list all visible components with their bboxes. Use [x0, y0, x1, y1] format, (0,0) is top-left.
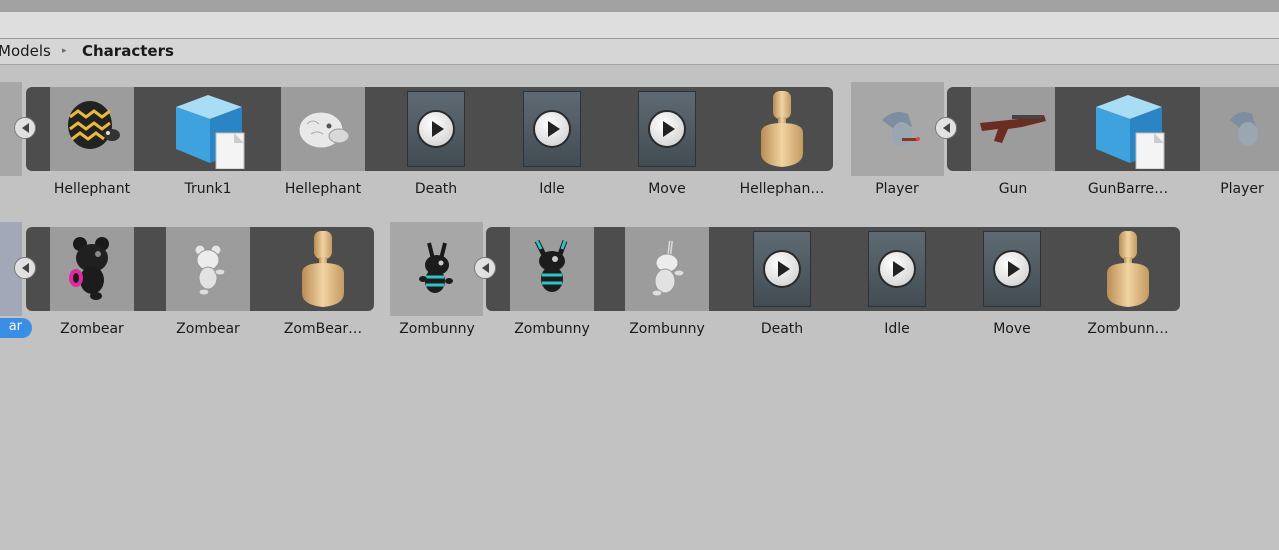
player-icon	[882, 112, 920, 146]
avatar-icon	[761, 91, 803, 167]
project-toolbar	[0, 12, 1279, 39]
hellephant-avatar-cell[interactable]	[740, 87, 824, 171]
asset-label: Player	[875, 181, 919, 197]
zombunny-prefab-cell[interactable]	[394, 227, 478, 311]
breadcrumb: Models ▸ Characters	[0, 39, 1279, 65]
zombunny-icon	[534, 239, 568, 292]
zombear-mesh-cell[interactable]	[50, 227, 134, 311]
gun-icon	[980, 115, 1046, 143]
asset-label-partial: ant	[0, 181, 28, 197]
asset-label: Idle	[539, 181, 565, 197]
animation-play-icon	[868, 231, 926, 307]
breadcrumb-models[interactable]: Models	[0, 39, 51, 64]
asset-label: Gun	[998, 181, 1028, 197]
idle-animation-cell[interactable]	[510, 87, 594, 171]
mesh-icon	[298, 111, 350, 149]
asset-label: Zombunny	[629, 321, 705, 337]
asset-label: Hellephant	[53, 181, 131, 197]
selected-asset-label[interactable]: ar	[0, 318, 32, 338]
player-model-cell[interactable]	[1200, 87, 1279, 171]
move-animation-cell[interactable]	[970, 227, 1054, 311]
asset-label: Zombunny	[399, 321, 475, 337]
asset-label: Death	[760, 321, 804, 337]
breadcrumb-separator-icon: ▸	[62, 46, 67, 56]
gunbarrel-prefab-cell[interactable]	[1086, 87, 1170, 171]
asset-label: Zombear	[176, 321, 240, 337]
zombunny-mesh-cell[interactable]	[510, 227, 594, 311]
hellephant-mesh-icon	[68, 101, 120, 149]
zombunny-model-cell[interactable]	[625, 227, 709, 311]
avatar-icon	[302, 231, 344, 307]
zombunny-icon	[419, 242, 453, 293]
hellephant-mesh-cell[interactable]	[50, 87, 134, 171]
animation-play-icon	[753, 231, 811, 307]
collapse-arrow-icon[interactable]	[935, 117, 957, 139]
animation-play-icon	[983, 231, 1041, 307]
breadcrumb-characters[interactable]: Characters	[82, 39, 174, 64]
idle-animation-cell[interactable]	[855, 227, 939, 311]
player-prefab-cell[interactable]	[855, 87, 939, 171]
collapse-arrow-icon[interactable]	[14, 257, 36, 279]
asset-label: Zombunny	[514, 321, 590, 337]
asset-label: Hellephan…	[739, 181, 825, 197]
death-animation-cell[interactable]	[394, 87, 478, 171]
asset-label: Idle	[884, 321, 910, 337]
animation-play-icon	[638, 91, 696, 167]
trunk1-prefab-cell[interactable]	[166, 87, 250, 171]
zombear-avatar-cell[interactable]	[281, 227, 365, 311]
hellephant-model-cell[interactable]	[281, 87, 365, 171]
asset-label: Trunk1	[184, 181, 232, 197]
asset-label: Death	[414, 181, 458, 197]
asset-label: ZomBear…	[283, 321, 363, 337]
mesh-icon	[651, 240, 685, 297]
avatar-icon	[1107, 231, 1149, 307]
zombunny-avatar-cell[interactable]	[1086, 227, 1170, 311]
collapse-arrow-icon[interactable]	[14, 117, 36, 139]
asset-label: Zombunn…	[1087, 321, 1169, 337]
gun-mesh-cell[interactable]	[971, 87, 1055, 171]
animation-play-icon	[523, 91, 581, 167]
death-animation-cell[interactable]	[740, 227, 824, 311]
prefab-cube-icon	[1096, 95, 1165, 169]
animation-play-icon	[407, 91, 465, 167]
asset-label: Move	[648, 181, 686, 197]
asset-label: Hellephant	[284, 181, 362, 197]
prefab-cube-icon	[176, 95, 245, 169]
asset-label: Zombear	[60, 321, 124, 337]
collapse-arrow-icon[interactable]	[474, 257, 496, 279]
mesh-icon	[194, 244, 226, 296]
asset-label: GunBarre…	[1087, 181, 1169, 197]
player-icon	[1230, 112, 1258, 146]
zombear-model-cell[interactable]	[166, 227, 250, 311]
asset-label: Move	[993, 321, 1031, 337]
zombear-icon	[69, 237, 109, 300]
move-animation-cell[interactable]	[625, 87, 709, 171]
asset-label: Player	[1220, 181, 1264, 197]
